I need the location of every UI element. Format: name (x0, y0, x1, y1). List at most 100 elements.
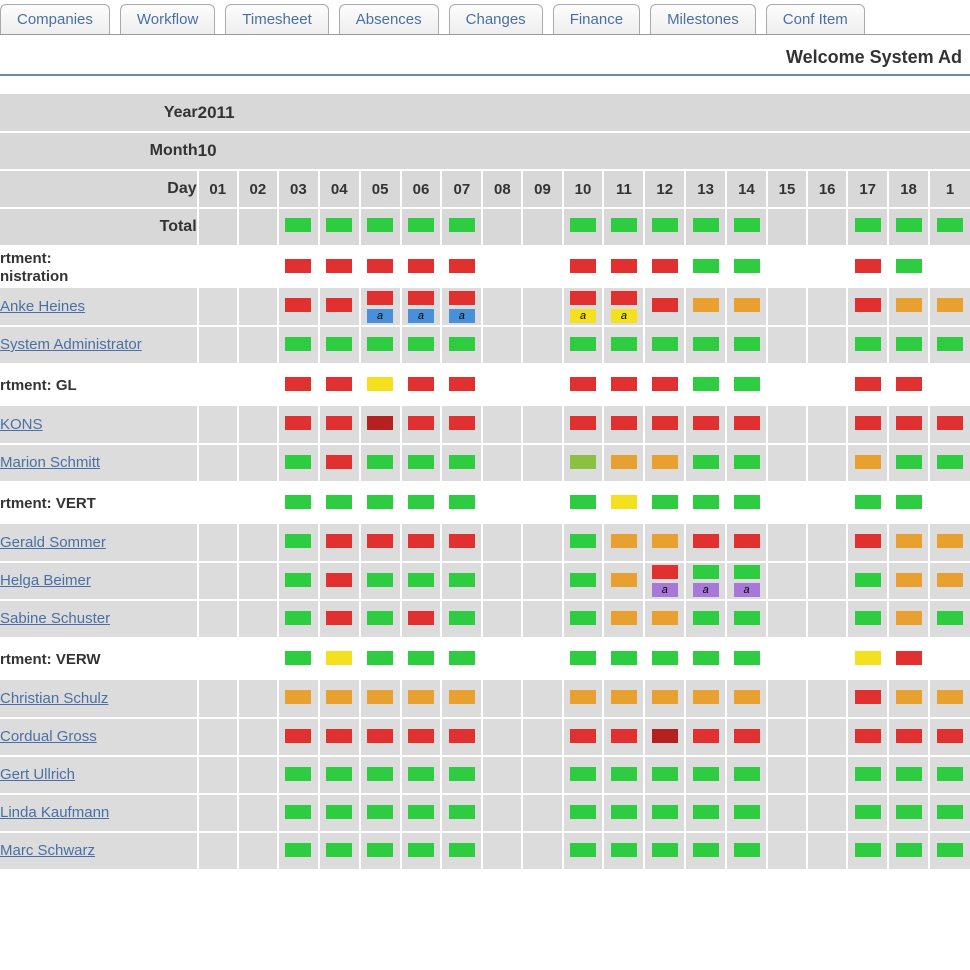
user-link[interactable]: Marc Schwarz (0, 842, 95, 859)
dept-cell (847, 482, 888, 524)
user-link[interactable]: KONS (0, 416, 43, 433)
dept-cell (929, 482, 970, 524)
day-header: 09 (522, 170, 562, 208)
user-cell (888, 406, 929, 444)
user-cell (603, 406, 644, 444)
label-total: Total (0, 208, 198, 246)
user-link[interactable]: Anke Heines (0, 298, 85, 315)
user-link[interactable]: Helga Beimer (0, 572, 91, 589)
user-cell (644, 444, 685, 482)
total-cell (888, 208, 929, 246)
user-cell (278, 832, 319, 870)
total-cell (401, 208, 442, 246)
dept-cell (685, 364, 726, 406)
user-cell (644, 326, 685, 364)
day-header: 1 (929, 170, 970, 208)
day-header: 12 (644, 170, 685, 208)
user-cell (482, 562, 522, 600)
user-cell (563, 444, 604, 482)
dept-cell (563, 482, 604, 524)
user-cell (360, 718, 401, 756)
user-cell (360, 562, 401, 600)
dept-cell (522, 246, 562, 288)
day-header: 18 (888, 170, 929, 208)
label-year: Year (0, 94, 198, 132)
user-cell (847, 718, 888, 756)
user-link[interactable]: Linda Kaufmann (0, 804, 109, 821)
user-cell (563, 832, 604, 870)
day-header: 04 (319, 170, 360, 208)
user-cell (929, 406, 970, 444)
user-cell (726, 406, 767, 444)
user-cell (319, 524, 360, 562)
user-link[interactable]: Cordual Gross (0, 728, 97, 745)
user-label: Anke Heines (0, 288, 198, 326)
user-cell (401, 406, 442, 444)
user-cell (685, 524, 726, 562)
user-cell (888, 444, 929, 482)
user-cell (767, 406, 807, 444)
dept-cell (767, 638, 807, 680)
dept-cell (807, 638, 847, 680)
user-cell (929, 524, 970, 562)
user-link[interactable]: Marion Schmitt (0, 454, 100, 471)
dept-cell (278, 246, 319, 288)
user-cell (888, 680, 929, 718)
user-cell (767, 794, 807, 832)
dept-cell (198, 246, 238, 288)
dept-cell (929, 364, 970, 406)
user-cell (401, 326, 442, 364)
user-link[interactable]: Sabine Schuster (0, 610, 110, 627)
dept-cell (198, 364, 238, 406)
user-cell (522, 600, 562, 638)
user-link[interactable]: Christian Schulz (0, 690, 108, 707)
tab-conf-item[interactable]: Conf Item (766, 4, 865, 34)
dept-cell (563, 638, 604, 680)
user-cell (767, 718, 807, 756)
user-cell (685, 288, 726, 326)
absence-grid: Year2011Month10Day0102030405060708091011… (0, 94, 970, 871)
tab-finance[interactable]: Finance (553, 4, 640, 34)
day-header: 07 (441, 170, 482, 208)
dept-cell (482, 482, 522, 524)
user-link[interactable]: Gert Ullrich (0, 766, 75, 783)
tab-timesheet[interactable]: Timesheet (225, 4, 328, 34)
user-cell (482, 600, 522, 638)
user-cell (888, 326, 929, 364)
user-cell (198, 832, 238, 870)
user-cell: a (685, 562, 726, 600)
user-cell (482, 794, 522, 832)
dept-cell (319, 246, 360, 288)
user-cell (441, 562, 482, 600)
tab-milestones[interactable]: Milestones (650, 4, 756, 34)
tab-absences[interactable]: Absences (339, 4, 439, 34)
total-cell (482, 208, 522, 246)
dept-cell (360, 482, 401, 524)
user-label: Cordual Gross (0, 718, 198, 756)
user-label: Marc Schwarz (0, 832, 198, 870)
user-cell (482, 832, 522, 870)
user-link[interactable]: Gerald Sommer (0, 534, 106, 551)
tab-companies[interactable]: Companies (0, 4, 110, 34)
user-link[interactable]: System Administrator (0, 336, 142, 353)
user-cell (482, 444, 522, 482)
tab-workflow[interactable]: Workflow (120, 4, 215, 34)
user-cell (522, 562, 562, 600)
user-cell (847, 680, 888, 718)
user-cell (888, 794, 929, 832)
total-cell (238, 208, 278, 246)
total-cell (441, 208, 482, 246)
user-cell (767, 832, 807, 870)
user-cell (401, 562, 442, 600)
user-cell (685, 756, 726, 794)
user-cell (522, 794, 562, 832)
tab-changes[interactable]: Changes (449, 4, 543, 34)
user-cell (603, 600, 644, 638)
dept-cell (644, 364, 685, 406)
user-cell (603, 756, 644, 794)
user-cell (685, 406, 726, 444)
user-cell (847, 444, 888, 482)
dept-cell (198, 482, 238, 524)
user-label: System Administrator (0, 326, 198, 364)
dept-cell (482, 364, 522, 406)
